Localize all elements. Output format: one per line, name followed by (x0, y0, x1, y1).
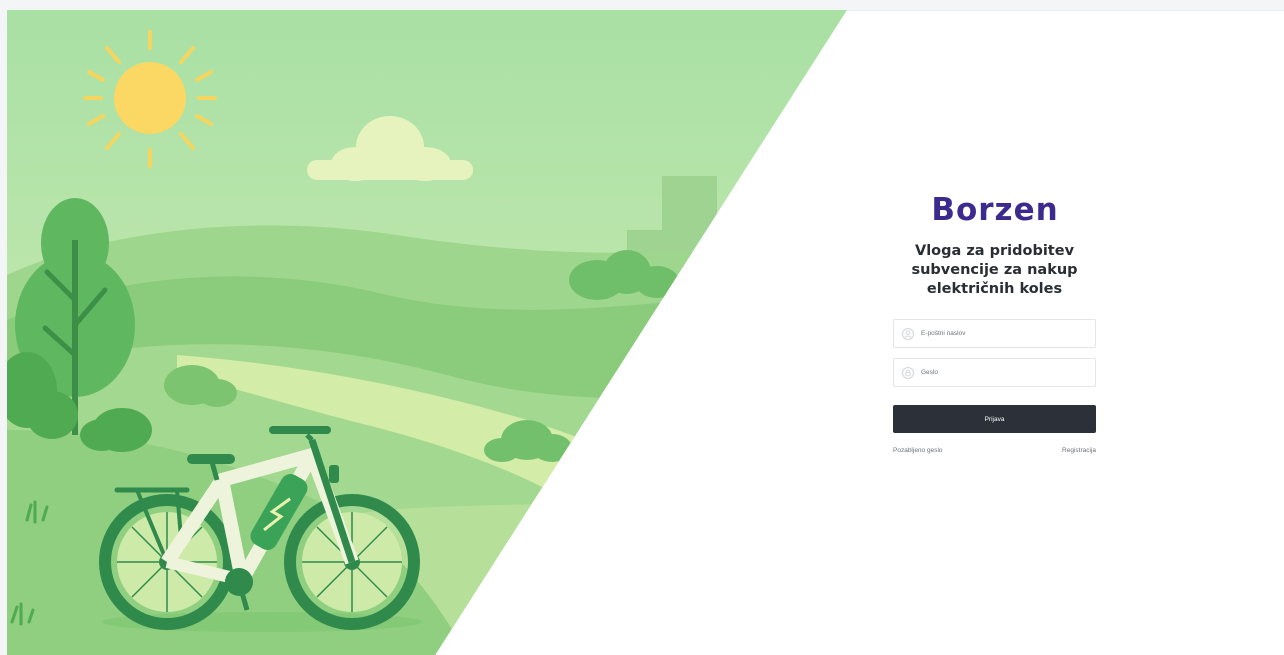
page-title-line-3: električnih koles (926, 281, 1063, 297)
left-edge-strip (0, 10, 7, 655)
page-title-line-2: subvencije za nakup (911, 262, 1078, 278)
login-button[interactable]: Prijava (893, 405, 1096, 433)
user-icon (902, 327, 914, 340)
login-page: Borzen Vloga za pridobitev subvencije za… (0, 0, 1284, 655)
email-input[interactable] (915, 320, 1091, 347)
page-title-line-1: Vloga za pridobitev (914, 243, 1075, 259)
login-links: Pozabljeno geslo Registracija (893, 447, 1096, 454)
email-field[interactable] (893, 319, 1096, 348)
login-panel: Borzen Vloga za pridobitev subvencije za… (893, 190, 1096, 454)
password-input[interactable] (915, 359, 1091, 386)
password-field[interactable] (893, 358, 1096, 387)
lock-icon (902, 366, 914, 379)
logo-text: Borzen (931, 192, 1058, 228)
page-title: Vloga za pridobitev subvencije za nakup … (893, 242, 1096, 299)
borzen-logo: Borzen (931, 192, 1058, 228)
register-link[interactable]: Registracija (1062, 447, 1096, 454)
forgot-password-link[interactable]: Pozabljeno geslo (893, 447, 943, 454)
ebike-hills-illustration (7, 10, 847, 655)
